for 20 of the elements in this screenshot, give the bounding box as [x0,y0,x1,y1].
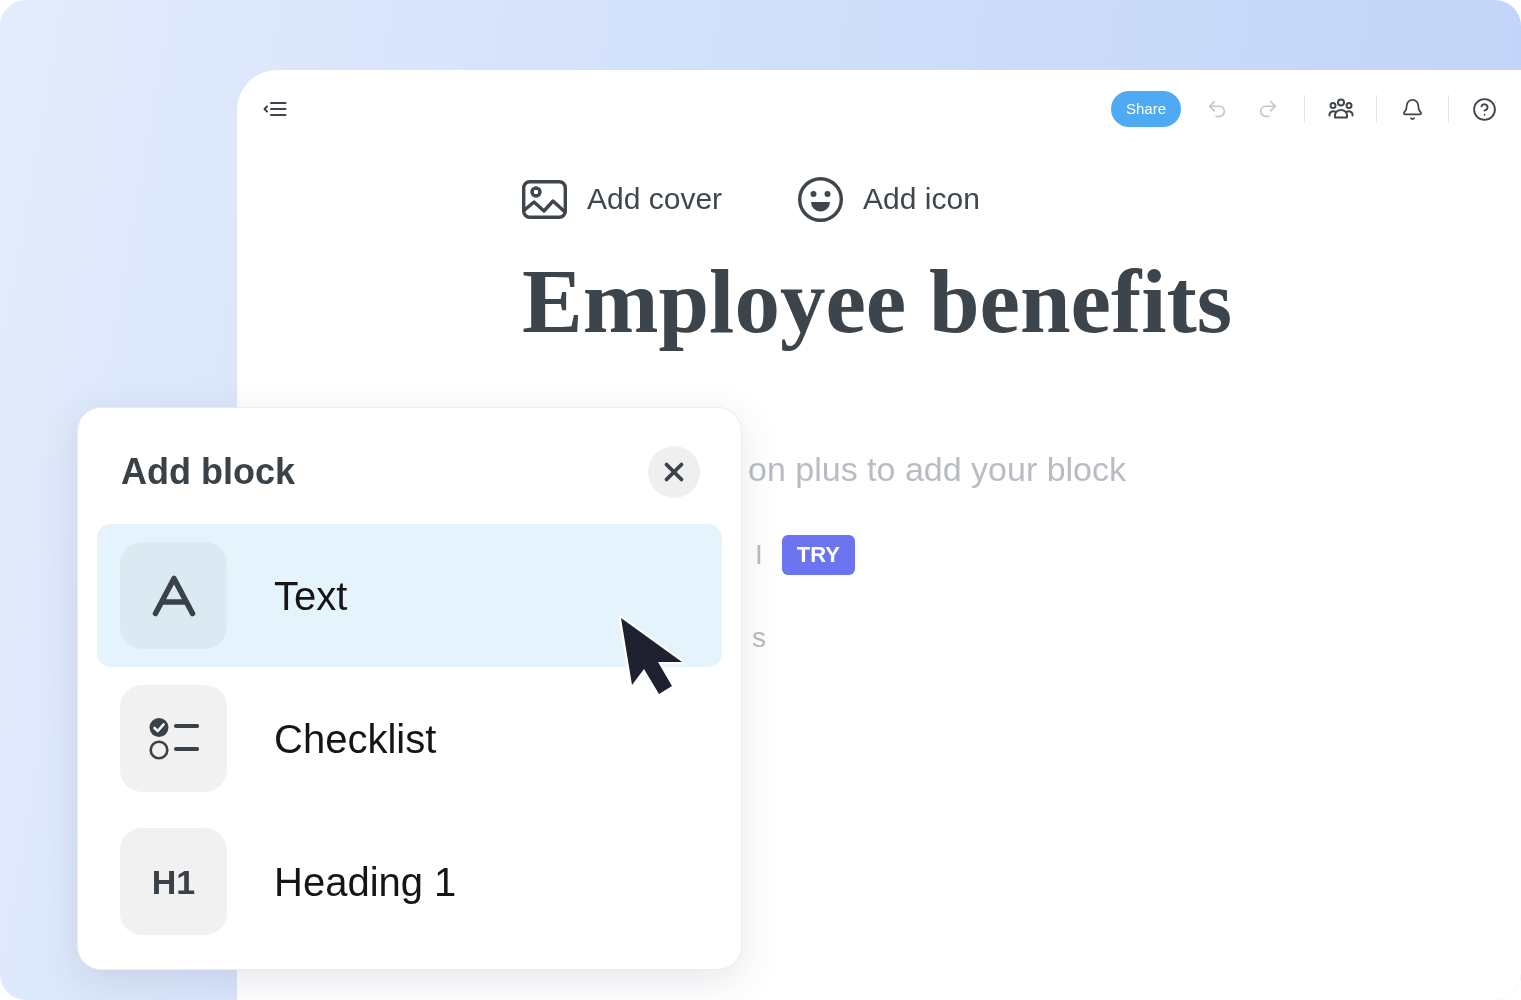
block-type-option[interactable]: H1 Heading 1 [97,810,722,953]
add-cover-button[interactable]: Add cover [522,179,723,219]
checklist-icon [148,717,199,760]
try-badge: TRY [781,535,855,575]
block-type-option[interactable]: Checklist [97,667,722,810]
block-hint-text: on plus to add your block [748,452,1127,486]
close-button[interactable] [648,446,700,498]
heading-level-label: H1 [151,864,196,899]
option-label: s [752,624,766,652]
smiley-icon [798,176,844,222]
block-type-option[interactable]: Text [97,524,722,667]
collapse-menu-icon[interactable] [263,101,287,117]
option-label: I [755,541,763,569]
help-icon[interactable] [1472,96,1497,122]
users-icon[interactable] [1328,98,1354,120]
panel-title: Add block [121,454,295,490]
letter-a-icon [151,574,196,617]
add-icon-button[interactable]: Add icon [798,176,980,222]
bell-icon[interactable] [1401,97,1424,121]
image-icon [522,179,567,219]
